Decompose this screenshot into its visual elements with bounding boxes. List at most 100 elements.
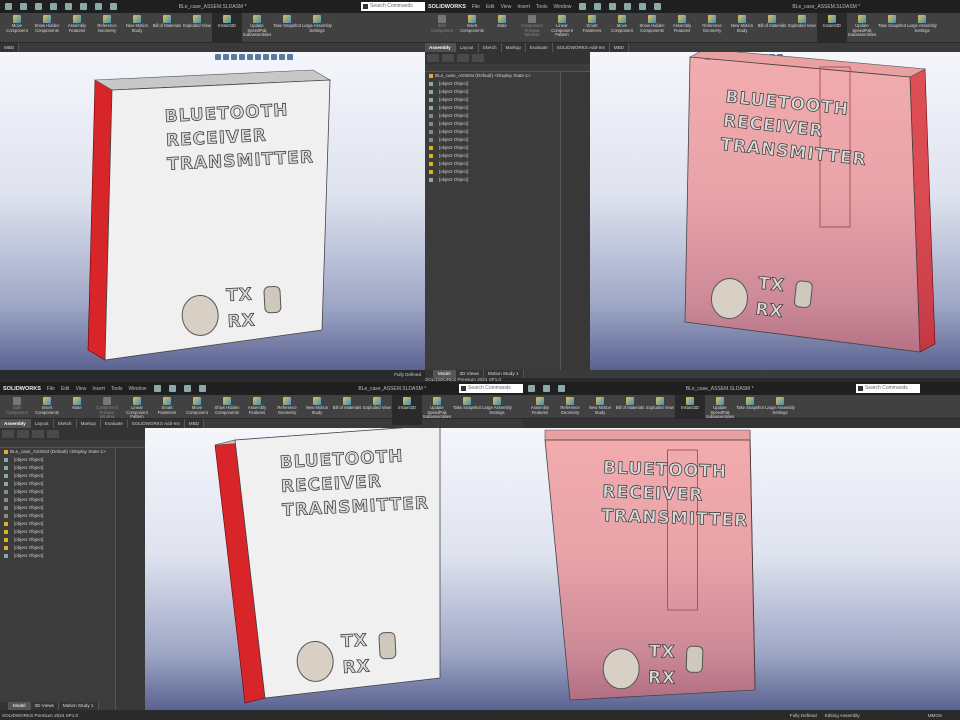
tab-mbd[interactable]: MBD [0,43,20,52]
configuration-manager-icon[interactable] [457,54,469,62]
tree-root[interactable]: BLe_case_ASSEM (Default) <Display State-… [0,448,113,456]
property-manager-icon[interactable] [17,430,29,438]
tree-item-switch-rxtx-ble-case-ass[interactable]: [object Object] [425,168,558,176]
insert-components-button[interactable]: Insert Components [457,13,487,43]
new-icon[interactable] [594,3,602,10]
new-icon[interactable] [20,3,27,10]
menu-edit[interactable]: Edit [486,4,495,10]
open-icon[interactable] [609,3,617,10]
property-manager-icon[interactable] [442,54,454,62]
tab-solidworks-add-ins[interactable]: SOLIDWORKS Add-Ins [128,419,185,428]
tab-layout[interactable]: Layout [31,419,54,428]
graphics-area[interactable]: BLUETOOTH RECEIVER TRANSMITTER TX RX [590,52,960,370]
tab-model[interactable]: Model [9,702,31,710]
move-component-button[interactable]: Move Component [2,13,32,43]
save-icon[interactable] [543,385,550,392]
component-preview-window-button[interactable]: Component Preview Window [517,13,547,43]
tab-assembly[interactable]: Assembly [0,419,31,428]
feature-manager-icon[interactable] [427,54,439,62]
select-icon[interactable] [95,3,102,10]
show-hidden-components-button[interactable]: Show Hidden Components [212,395,242,425]
tab-assembly[interactable]: Assembly [425,43,456,52]
large-assembly-settings-button[interactable]: Large Assembly Settings [907,13,937,43]
assembly-features-button[interactable]: Assembly Features [242,395,272,425]
tree-item-front-plane[interactable]: [object Object] [425,112,558,120]
show-hidden-components-button[interactable]: Show Hidden Components [32,13,62,43]
tab-motion-study-1[interactable]: Motion Study 1 [59,702,99,710]
scroll-area[interactable] [0,702,9,710]
tree-filter[interactable] [0,440,145,448]
tree-item-equations[interactable]: [object Object] [0,480,113,488]
large-assembly-settings-button[interactable]: Large Assembly Settings [302,13,332,43]
tab-evaluate[interactable]: Evaluate [526,43,553,52]
tree-item-ble-case-1[interactable]: [object Object] [425,144,558,152]
smart-fasteners-button[interactable]: Smart Fasteners [577,13,607,43]
tree-item-buttonpar-ble-case-assem[interactable]: [object Object] [0,536,113,544]
display-manager-icon[interactable] [472,54,484,62]
tree-item-right-plane[interactable]: [object Object] [425,128,558,136]
tree-item-mates[interactable]: [object Object] [425,176,558,184]
feature-manager-icon[interactable] [2,430,14,438]
undo-icon[interactable] [80,3,87,10]
tab-3d-views[interactable]: 3D Views [31,702,59,710]
menu-edit[interactable]: Edit [61,386,70,392]
tree-item-origin[interactable]: [object Object] [425,136,558,144]
menu-insert[interactable]: Insert [517,4,530,10]
menu-file[interactable]: File [472,4,480,10]
instant3d-button[interactable]: Instant3D [817,13,847,43]
tab-markup[interactable]: Markup [502,43,526,52]
menu-tools[interactable]: Tools [111,386,123,392]
graphics-area[interactable]: BLUETOOTH RECEIVER TRANSMITTER TX RX [145,428,523,710]
update-speedpak-subassemblies-button[interactable]: Update SpeedPak Subassemblies [422,395,452,425]
show-hidden-components-button[interactable]: Show Hidden Components [637,13,667,43]
large-assembly-settings-button[interactable]: Large Assembly Settings [482,395,512,425]
home-icon[interactable] [528,385,535,392]
menu-insert[interactable]: Insert [92,386,105,392]
tree-item-right-plane[interactable]: [object Object] [0,504,113,512]
tree-item-ble-case-1[interactable]: [object Object] [0,520,113,528]
tree-item-top-plane[interactable]: [object Object] [0,496,113,504]
new-motion-study-button[interactable]: New Motion Study [302,395,332,425]
new-icon[interactable] [169,385,177,392]
instant3d-button[interactable]: Instant3D [392,395,422,425]
tree-item-history[interactable]: [object Object] [425,80,558,88]
tree-item-cover-ble-case-assem-1-d[interactable]: [object Object] [425,152,558,160]
tab-markup[interactable]: Markup [77,419,101,428]
move-component-button[interactable]: Move Component [607,13,637,43]
open-icon[interactable] [35,3,42,10]
graphics-area[interactable]: BLUETOOTH RECEIVER TRANSMITTER TX RX [0,52,425,370]
instant3d-button[interactable]: Instant3D [212,13,242,43]
menu-file[interactable]: File [47,386,55,392]
tree-item-equations[interactable]: [object Object] [425,104,558,112]
tree-item-mates[interactable]: [object Object] [0,552,113,560]
search-commands-input[interactable]: Search Commands [361,2,425,11]
assembly-features-button[interactable]: Assembly Features [667,13,697,43]
update-speedpak-subassemblies-button[interactable]: Update SpeedPak Subassemblies [847,13,877,43]
save-icon[interactable] [184,385,192,392]
exploded-view-button[interactable]: Exploded View [182,13,212,43]
menu-view[interactable]: View [501,4,512,10]
select-icon[interactable] [199,385,207,392]
select-icon[interactable] [654,3,662,10]
search-commands-input[interactable]: Search Commands [856,384,920,393]
bill-of-materials-button[interactable]: Bill of Materials [152,13,182,43]
tree-filter[interactable] [425,64,590,72]
mate-button[interactable]: Mate [487,13,517,43]
home-icon[interactable] [5,3,12,10]
home-icon[interactable] [154,385,162,392]
print-icon[interactable] [639,3,647,10]
new-motion-study-button[interactable]: New Motion Study [122,13,152,43]
menu-window[interactable]: Window [554,4,572,10]
tree-item-history[interactable]: [object Object] [0,456,113,464]
tree-item-sensors[interactable]: [object Object] [425,88,558,96]
menu-tools[interactable]: Tools [536,4,548,10]
linear-component-pattern-button[interactable]: Linear Component Pattern [547,13,577,43]
tab-solidworks-add-ins[interactable]: SOLIDWORKS Add-Ins [553,43,610,52]
tree-item-top-plane[interactable]: [object Object] [425,120,558,128]
exploded-view-button[interactable]: Exploded View [362,395,392,425]
tree-item-annotations[interactable]: [object Object] [0,472,113,480]
new-motion-study-button[interactable]: New Motion Study [727,13,757,43]
exploded-view-button[interactable]: Exploded View [787,13,817,43]
tab-sketch[interactable]: Sketch [479,43,502,52]
update-speedpak-subassemblies-button[interactable]: Update SpeedPak Subassemblies [242,13,272,43]
